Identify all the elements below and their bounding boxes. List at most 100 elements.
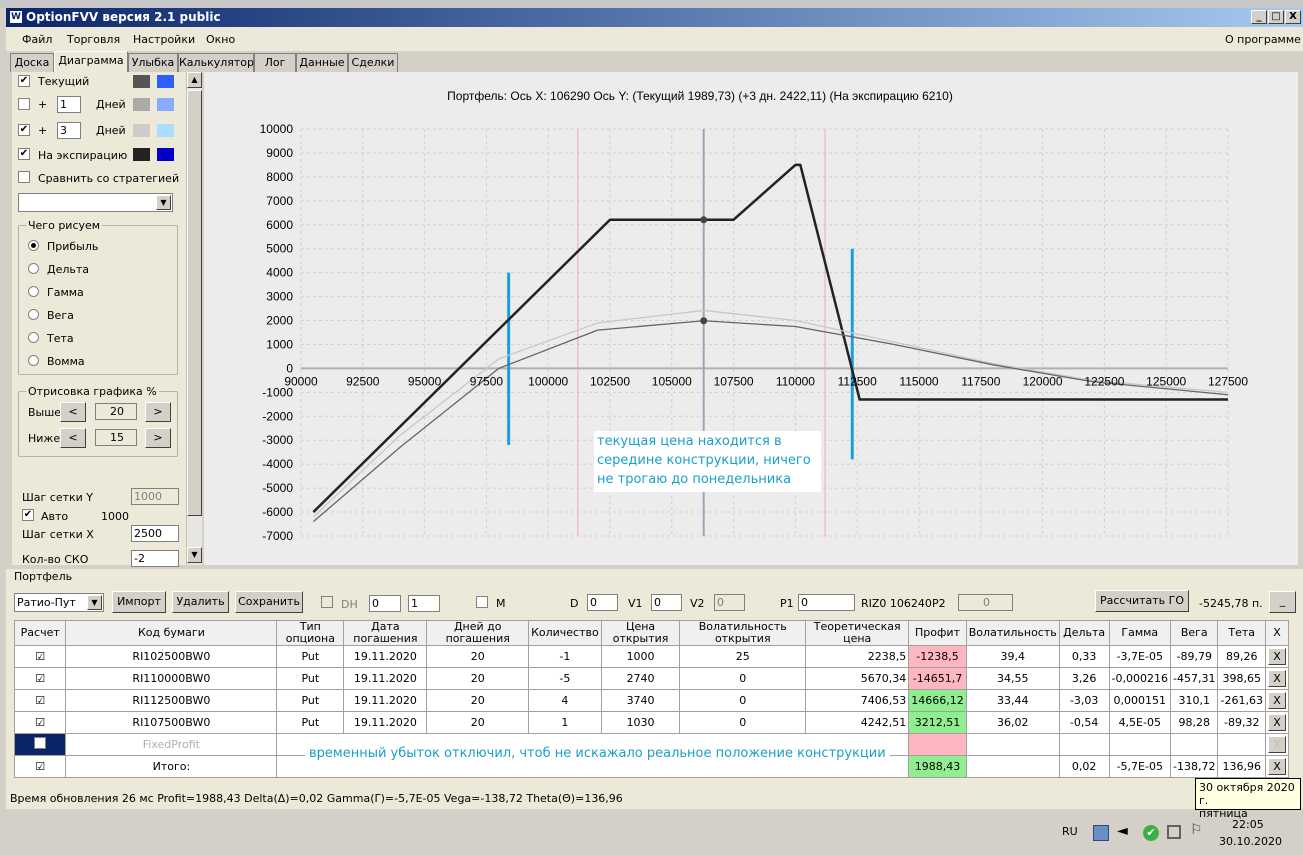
above-decrease-button[interactable]: < <box>60 402 86 422</box>
maximize-button[interactable]: □ <box>1268 10 1284 24</box>
row-checkbox[interactable]: ☑ <box>13 689 67 712</box>
close-icon[interactable]: X <box>1267 692 1286 709</box>
plus3-color-b[interactable] <box>157 124 174 137</box>
close-icon[interactable]: X <box>1267 670 1286 687</box>
current-checkbox[interactable]: ✔ <box>18 75 30 87</box>
tab-data[interactable]: Данные <box>296 53 348 72</box>
cell-vol-open[interactable]: 0 <box>679 711 807 734</box>
dh-checkbox[interactable] <box>321 596 333 608</box>
remove-row-button[interactable]: X <box>1264 755 1290 778</box>
radio-vega[interactable] <box>28 309 39 320</box>
expiry-color-a[interactable] <box>133 148 150 161</box>
expiry-checkbox[interactable]: ✔ <box>18 148 30 160</box>
remove-row-button[interactable]: X <box>1264 733 1290 756</box>
col-date[interactable]: Дата погашения <box>343 620 428 646</box>
col-gamma[interactable]: Гамма <box>1108 620 1172 646</box>
col-qty[interactable]: Количество <box>528 620 602 646</box>
grid-x-input[interactable]: 2500 <box>131 525 179 542</box>
cell-price[interactable]: 1030 <box>600 711 681 734</box>
tab-calculator[interactable]: Калькулятор <box>178 53 254 72</box>
cell-price[interactable]: 2740 <box>600 667 681 690</box>
menu-file[interactable]: Файл <box>22 33 52 46</box>
radio-profit[interactable] <box>28 240 39 251</box>
table-row[interactable]: ☑ RI112500BW0 Put 19.11.2020 20 4 3740 0… <box>13 689 1290 712</box>
plus3-checkbox[interactable]: ✔ <box>18 124 30 136</box>
plus1-checkbox[interactable] <box>18 98 30 110</box>
row-checkbox[interactable]: ☑ <box>13 711 67 734</box>
menu-settings[interactable]: Настройки <box>133 33 195 46</box>
cell-qty[interactable]: -5 <box>528 667 602 690</box>
tab-deals[interactable]: Сделки <box>348 53 398 72</box>
below-decrease-button[interactable]: < <box>60 428 86 448</box>
below-value[interactable]: 15 <box>95 429 137 446</box>
p1-input[interactable]: 0 <box>798 594 855 611</box>
above-increase-button[interactable]: > <box>145 402 171 422</box>
cell-vol-open[interactable]: 0 <box>679 667 807 690</box>
col-vol-open[interactable]: Волатильность открытия <box>679 620 807 646</box>
display-icon[interactable] <box>1167 825 1181 839</box>
compare-checkbox[interactable] <box>18 171 30 183</box>
auto-checkbox[interactable]: ✔ <box>22 509 34 521</box>
current-color-a[interactable] <box>133 75 150 88</box>
col-days[interactable]: Дней до погашения <box>426 620 530 646</box>
tray-date[interactable]: 30.10.2020 <box>1219 835 1282 848</box>
minimize-button[interactable]: _ <box>1251 10 1267 24</box>
cell-price[interactable]: 1000 <box>600 645 681 668</box>
tab-board[interactable]: Доска <box>10 53 54 72</box>
collapse-button[interactable]: _ <box>1269 591 1296 613</box>
tab-smile[interactable]: Улыбка <box>128 53 178 72</box>
col-delta[interactable]: Дельта <box>1058 620 1110 646</box>
row-checkbox[interactable]: ☑ <box>13 755 67 778</box>
expiry-color-b[interactable] <box>157 148 174 161</box>
table-row[interactable]: ☑ RI107500BW0 Put 19.11.2020 20 1 1030 0… <box>13 711 1290 734</box>
plus1-days-input[interactable]: 1 <box>57 96 81 113</box>
d-input[interactable]: 0 <box>587 594 618 611</box>
close-icon[interactable]: X <box>1267 758 1286 775</box>
table-row[interactable]: ☑ RI110000BW0 Put 19.11.2020 20 -5 2740 … <box>13 667 1290 690</box>
plus1-color-b[interactable] <box>157 98 174 111</box>
sko-input[interactable]: -2 <box>131 550 179 567</box>
col-vol[interactable]: Волатильность <box>965 620 1060 646</box>
menu-window[interactable]: Окно <box>206 33 235 46</box>
save-button[interactable]: Сохранить <box>235 591 303 613</box>
close-button[interactable]: X <box>1285 10 1301 24</box>
col-price[interactable]: Цена открытия <box>600 620 681 646</box>
col-vega[interactable]: Вега <box>1170 620 1219 646</box>
cell-vol-open[interactable]: 25 <box>679 645 807 668</box>
chevron-down-icon[interactable]: ▼ <box>156 195 171 210</box>
below-increase-button[interactable]: > <box>145 428 171 448</box>
calc-margin-button[interactable]: Рассчитать ГО <box>1095 590 1189 612</box>
dh-spinner-a[interactable]: 0 <box>369 595 401 612</box>
strategy-compare-select[interactable] <box>18 193 173 212</box>
strategy-chevron-down-icon[interactable]: ▼ <box>87 595 102 610</box>
col-profit[interactable]: Профит <box>908 620 967 646</box>
radio-theta[interactable] <box>28 332 39 343</box>
radio-vomma[interactable] <box>28 355 39 366</box>
row-checkbox[interactable]: ☑ <box>13 667 67 690</box>
remove-row-button[interactable]: X <box>1264 667 1290 690</box>
remove-row-button[interactable]: X <box>1264 645 1290 668</box>
col-theor[interactable]: Теоретическая цена <box>805 620 910 646</box>
import-button[interactable]: Импорт <box>112 591 166 613</box>
plus1-color-a[interactable] <box>133 98 150 111</box>
m-checkbox[interactable] <box>476 596 488 608</box>
current-color-b[interactable] <box>157 75 174 88</box>
remove-row-button[interactable]: X <box>1264 711 1290 734</box>
cell-qty[interactable]: 1 <box>528 711 602 734</box>
v1-input[interactable]: 0 <box>651 594 682 611</box>
tab-log[interactable]: Лог <box>254 53 296 72</box>
cell-qty[interactable]: 4 <box>528 689 602 712</box>
grid-y-input[interactable]: 1000 <box>131 488 179 505</box>
shield-check-icon[interactable]: ✔ <box>1143 825 1159 841</box>
col-code[interactable]: Код бумаги <box>65 620 278 646</box>
radio-delta[interactable] <box>28 263 39 274</box>
cell-qty[interactable]: -1 <box>528 645 602 668</box>
v2-input[interactable]: 0 <box>714 594 745 611</box>
cell-price[interactable]: 3740 <box>600 689 681 712</box>
col-calc[interactable]: Расчет <box>13 620 67 646</box>
plus3-color-a[interactable] <box>133 124 150 137</box>
menu-about[interactable]: О программе <box>1225 33 1301 46</box>
tab-diagram[interactable]: Диаграмма <box>54 51 128 72</box>
delete-button[interactable]: Удалить <box>172 591 229 613</box>
close-icon[interactable]: X <box>1267 736 1286 753</box>
